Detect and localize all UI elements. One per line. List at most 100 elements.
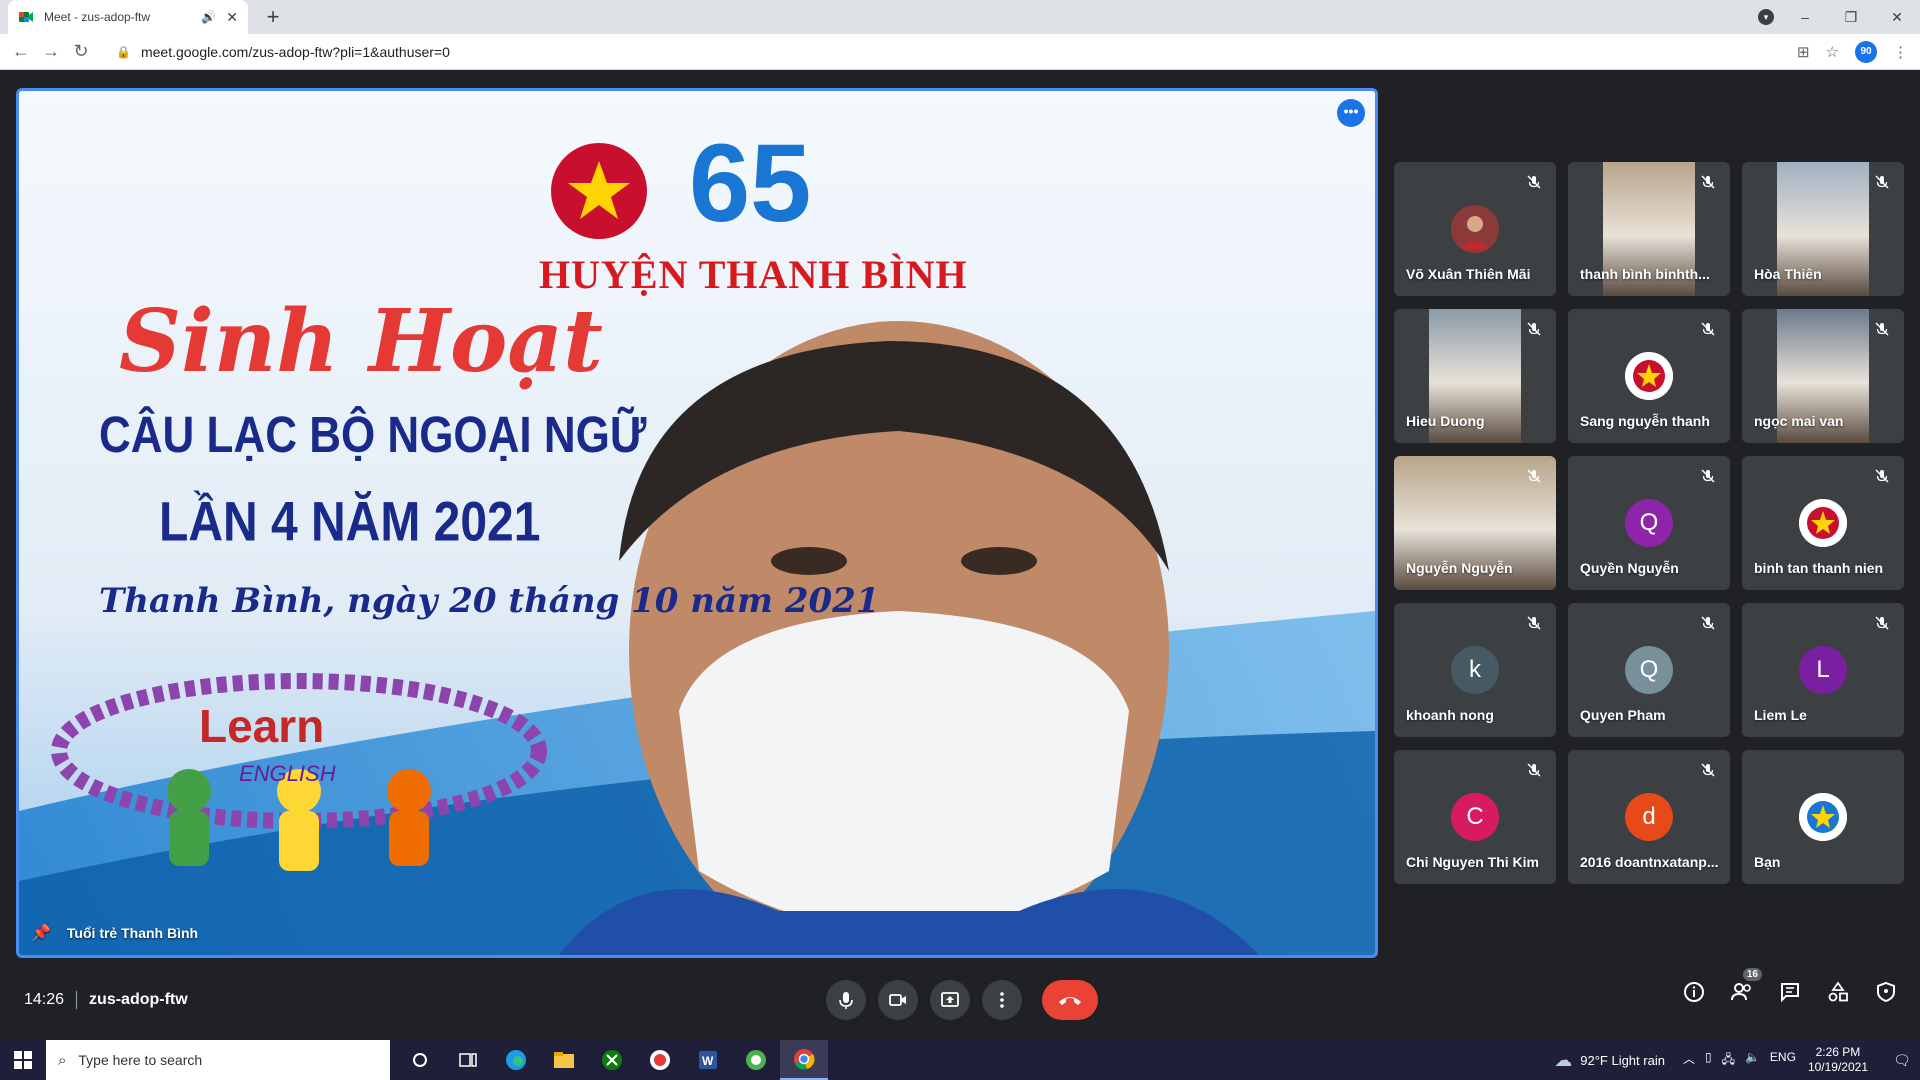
mic-off-icon [1527,763,1541,777]
search-icon: ⌕ [58,1051,67,1069]
participant-tile[interactable]: Võ Xuân Thiên Mãi [1394,162,1556,296]
battery-icon[interactable]: ▯ [1705,1050,1712,1071]
participant-tile[interactable]: Q Quyền Nguyễn [1568,456,1730,590]
participant-tile[interactable]: binh tan thanh nien [1742,456,1904,590]
participant-name: khoanh nong [1406,707,1494,723]
start-button[interactable] [0,1040,46,1080]
browser-menu-icon[interactable]: ⋮ [1893,43,1908,61]
participant-tile[interactable]: ngọc mai van [1742,309,1904,443]
info-icon [1684,982,1704,1002]
present-screen-button[interactable] [930,980,970,1020]
activities-button[interactable] [1826,980,1850,1004]
chrome-icon [794,1049,815,1070]
forward-arrow-icon[interactable]: → [36,41,66,62]
participant-name: Hòa Thiên [1754,266,1822,282]
taskbar-apps: W [396,1040,828,1080]
call-controls [826,980,1098,1020]
participant-tile[interactable]: Hòa Thiên [1742,162,1904,296]
weather-text: 92°F Light rain [1580,1052,1665,1068]
participant-name: Bạn [1754,854,1781,870]
close-tab-icon[interactable]: ✕ [226,9,238,26]
participant-name: binh tan thanh nien [1754,560,1884,576]
participant-tile[interactable]: k khoanh nong [1394,603,1556,737]
microphone-button[interactable] [826,980,866,1020]
main-participant-label: 📌 Tuổi trẻ Thanh Bình [31,923,198,943]
mic-off-icon [1875,469,1889,483]
tile-more-options-button[interactable]: ••• [1337,99,1365,127]
people-icon [1731,983,1751,1001]
volume-icon[interactable]: 🔈 [1745,1050,1760,1071]
translate-icon[interactable]: ⊞ [1797,43,1810,61]
notification-center-icon[interactable]: 🗨 [1884,1052,1920,1069]
more-options-button[interactable] [982,980,1022,1020]
show-hidden-icons-icon[interactable]: ︿ [1683,1050,1695,1071]
participant-tile[interactable]: L Liem Le [1742,603,1904,737]
participant-tile[interactable]: Bạn [1742,750,1904,884]
xbox-app[interactable] [588,1040,636,1080]
clock-time: 2:26 PM [1815,1045,1861,1059]
host-controls-button[interactable] [1874,980,1898,1004]
participant-tile[interactable]: d 2016 doantnxatanp... [1568,750,1730,884]
weather-widget[interactable]: ☁ 92°F Light rain [1554,1050,1665,1071]
back-arrow-icon[interactable]: ← [6,41,36,62]
people-button[interactable]: 16 [1730,968,1762,1004]
participant-name: thanh bình binhth... [1580,266,1710,282]
taskbar-search-box[interactable]: ⌕ Type here to search [46,1040,390,1080]
chrome-app[interactable] [780,1040,828,1080]
word-app[interactable]: W [684,1040,732,1080]
participant-tile[interactable]: Hieu Duong [1394,309,1556,443]
participant-avatar: d [1625,793,1673,841]
meeting-details-button[interactable] [1682,980,1706,1004]
network-icon[interactable]: 🖧 [1722,1050,1735,1071]
pin-icon[interactable]: 📌 [31,923,51,943]
tab-search-icon[interactable]: ▾ [1758,9,1774,25]
participant-tile[interactable]: Sang nguyễn thanh [1568,309,1730,443]
coccoc-app[interactable] [732,1040,780,1080]
present-icon [941,992,959,1007]
participant-name: ngọc mai van [1754,413,1844,429]
address-bar[interactable]: 🔒 meet.google.com/zus-adop-ftw?pli=1&aut… [106,38,1797,66]
profile-avatar-icon[interactable]: 90 [1855,40,1877,63]
chat-button[interactable] [1778,980,1802,1004]
participant-avatar [1799,793,1847,841]
participant-avatar: C [1451,793,1499,841]
participant-avatar: Q [1625,646,1673,694]
chat-icon [1781,983,1799,1003]
people-count-badge: 16 [1742,968,1762,981]
participant-avatar [1451,205,1499,253]
lock-icon[interactable]: 🔒 [116,45,131,59]
taskbar-clock[interactable]: 2:26 PM 10/19/2021 [1808,1045,1868,1075]
cortana-button[interactable] [396,1040,444,1080]
edge-app[interactable] [492,1040,540,1080]
windows-logo-icon [14,1051,32,1069]
xbox-icon [602,1050,622,1070]
restore-button[interactable]: ❐ [1828,9,1874,26]
camera-button[interactable] [878,980,918,1020]
participant-tile[interactable]: Nguyễn Nguyễn [1394,456,1556,590]
participant-tile[interactable]: Q Quyen Pham [1568,603,1730,737]
reload-icon[interactable]: ↻ [66,41,96,62]
zalo-app[interactable] [636,1040,684,1080]
input-language[interactable]: ENG [1770,1050,1796,1071]
task-view-button[interactable] [444,1040,492,1080]
file-explorer-app[interactable] [540,1040,588,1080]
url-text[interactable]: meet.google.com/zus-adop-ftw?pli=1&authu… [141,44,450,60]
bookmark-star-icon[interactable]: ☆ [1826,43,1839,61]
participant-name: Hieu Duong [1406,413,1485,429]
main-video-tile[interactable]: 65 HUYỆN THANH BÌNH Sinh Hoạt CÂU LẠC BỘ… [16,88,1378,958]
meeting-time: 14:26 [24,991,65,1008]
minimize-button[interactable]: – [1782,9,1828,25]
word-icon: W [699,1051,717,1069]
participant-tile[interactable]: C Chi Nguyen Thi Kim [1394,750,1556,884]
mic-off-icon [1875,322,1889,336]
browser-tab-meet[interactable]: Meet - zus-adop-ftw 🔊 ✕ [8,0,248,34]
participant-name: Sang nguyễn thanh [1580,413,1710,429]
participant-tile[interactable]: thanh bình binhth... [1568,162,1730,296]
tab-title: Meet - zus-adop-ftw [44,10,151,24]
hang-up-icon [1059,997,1081,1005]
close-window-button[interactable]: ✕ [1874,9,1920,26]
end-call-button[interactable] [1042,980,1098,1020]
participant-avatar: Q [1625,499,1673,547]
audio-playing-icon[interactable]: 🔊 [201,10,216,24]
new-tab-button[interactable]: + [260,4,286,30]
